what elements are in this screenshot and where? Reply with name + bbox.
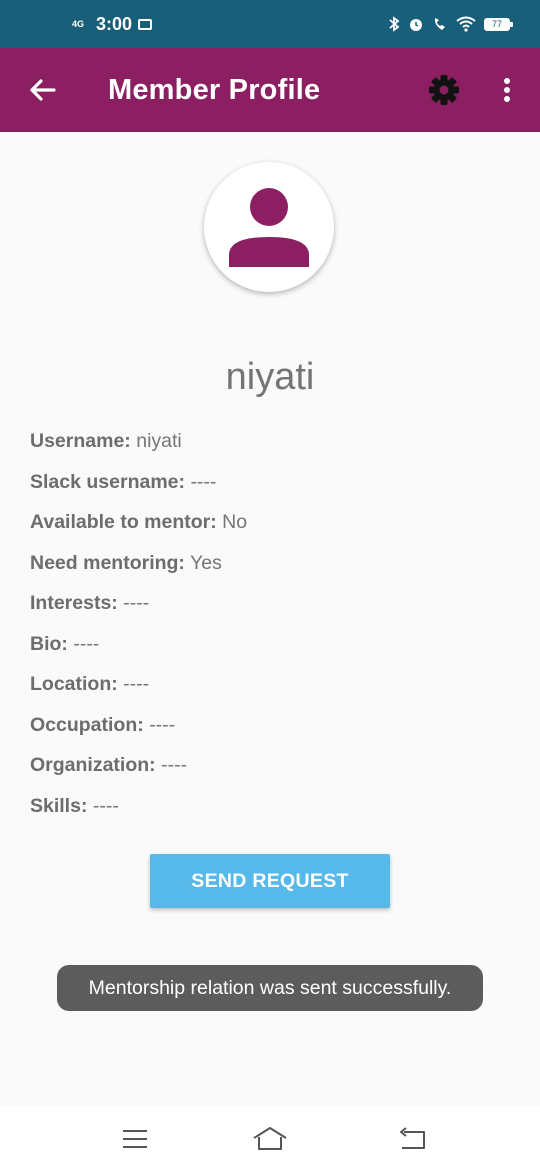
field-skills: Skills: ---- <box>30 795 510 836</box>
toast-message: Mentorship relation was sent successfull… <box>57 965 483 1011</box>
status-right: 77 <box>388 12 513 36</box>
back-icon <box>400 1127 425 1149</box>
field-label: Available to mentor: <box>30 511 217 533</box>
field-interests: Interests: ---- <box>30 592 510 633</box>
field-available-to-mentor: Available to mentor: No <box>30 511 510 552</box>
arrow-left-icon <box>30 79 56 101</box>
wifi-icon <box>456 16 476 32</box>
field-need-mentoring: Need mentoring: Yes <box>30 552 510 593</box>
field-slack-username: Slack username: ---- <box>30 471 510 512</box>
field-label: Organization: <box>30 754 156 776</box>
nav-home-button[interactable] <box>250 1124 290 1154</box>
field-label: Location: <box>30 673 118 695</box>
field-value: ---- <box>123 592 150 614</box>
field-label: Username: <box>30 430 131 452</box>
send-request-button[interactable]: SEND REQUEST <box>150 854 390 908</box>
menu-icon <box>123 1130 147 1148</box>
more-options-button[interactable] <box>492 72 522 108</box>
field-label: Occupation: <box>30 713 144 736</box>
alarm-icon <box>410 19 422 31</box>
field-value: ---- <box>73 632 100 655</box>
battery-indicator: 77 <box>484 17 513 31</box>
settings-button[interactable] <box>426 72 462 108</box>
field-value: ---- <box>92 794 119 817</box>
status-left: 4G 3:00 <box>72 12 153 36</box>
profile-fields: Username: niyati Slack username: ---- Av… <box>30 430 510 835</box>
more-vertical-icon <box>504 78 510 102</box>
network-indicator: 4G <box>72 18 85 29</box>
field-occupation: Occupation: ---- <box>30 714 510 755</box>
nav-menu-button[interactable] <box>115 1124 155 1154</box>
field-value: ---- <box>149 713 176 736</box>
field-username: Username: niyati <box>30 430 510 471</box>
field-label: Skills: <box>30 794 88 817</box>
field-value: ---- <box>190 470 217 493</box>
field-value: ---- <box>123 673 150 695</box>
field-label: Need mentoring: <box>30 551 185 574</box>
field-value: niyati <box>136 430 182 452</box>
home-icon <box>253 1127 287 1150</box>
field-organization: Organization: ---- <box>30 754 510 795</box>
field-location: Location: ---- <box>30 673 510 714</box>
bluetooth-icon <box>389 16 400 32</box>
gear-icon <box>429 75 459 105</box>
member-name: niyati <box>225 356 315 398</box>
field-bio: Bio: ---- <box>30 633 510 674</box>
status-time: 3:00 <box>96 13 133 34</box>
system-nav-bar <box>0 1106 540 1170</box>
field-label: Interests: <box>30 592 118 614</box>
nav-back-button[interactable] <box>392 1124 432 1154</box>
field-value: Yes <box>190 551 222 574</box>
avatar <box>204 162 334 292</box>
person-icon <box>229 188 309 267</box>
call-icon <box>434 18 445 30</box>
status-bar: 4G 3:00 77 <box>0 0 540 48</box>
field-value: ---- <box>161 754 188 776</box>
app-bar: Member Profile <box>0 48 540 132</box>
field-label: Bio: <box>30 632 68 655</box>
back-button[interactable] <box>24 72 60 108</box>
field-label: Slack username: <box>30 470 186 493</box>
field-value: No <box>222 511 248 533</box>
page-title: Member Profile <box>108 74 321 106</box>
mail-icon <box>138 18 153 30</box>
